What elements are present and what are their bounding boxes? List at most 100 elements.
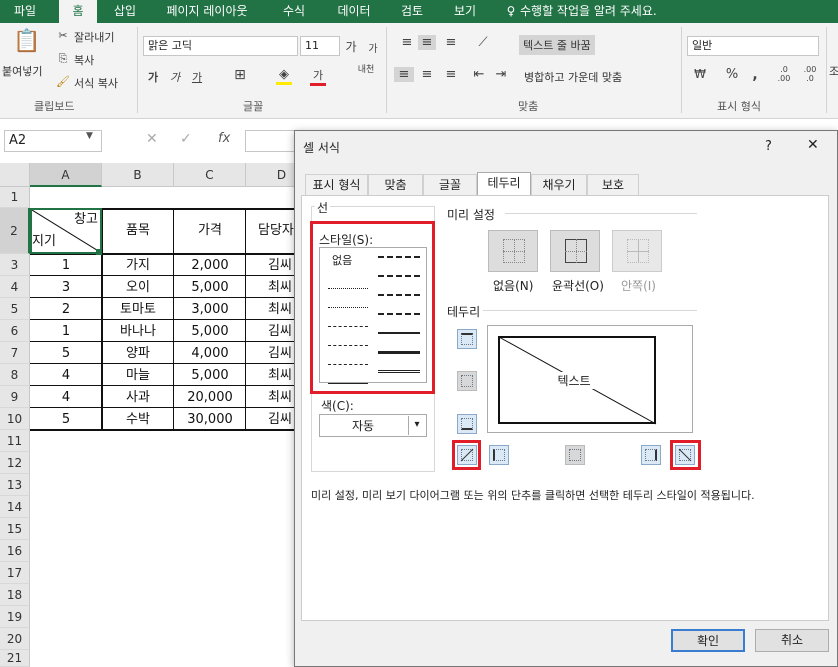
middle-align-icon[interactable]: ≡ xyxy=(418,35,436,50)
bottom-align-icon[interactable]: ≡ xyxy=(442,35,460,50)
tell-me-box[interactable]: 수행할 작업을 알려 주세요. xyxy=(520,0,700,23)
cancel-icon[interactable]: ✕ xyxy=(146,131,158,147)
shrink-font-button[interactable]: 가 xyxy=(366,40,380,55)
number-format-select[interactable]: 일반 xyxy=(687,36,819,56)
row-header-11[interactable]: 11 xyxy=(0,430,30,452)
table-cell[interactable]: 3,000 xyxy=(174,299,246,320)
row-header-17[interactable]: 17 xyxy=(0,562,30,584)
row-header-21[interactable]: 21 xyxy=(0,650,30,667)
column-header-b[interactable]: B xyxy=(102,163,174,187)
table-cell[interactable]: 수박 xyxy=(102,409,174,430)
format-painter-button[interactable]: 서식 복사 xyxy=(74,75,118,91)
table-cell[interactable]: 5,000 xyxy=(174,277,246,298)
tab-view[interactable]: 보기 xyxy=(442,0,488,23)
column-header-c[interactable]: C xyxy=(174,163,246,187)
table-cell[interactable]: 30,000 xyxy=(174,409,246,430)
copy-button[interactable]: 복사 xyxy=(74,52,94,68)
help-button[interactable]: ? xyxy=(765,139,772,154)
border-preview[interactable]: 텍스트 xyxy=(487,325,693,433)
tab-file[interactable]: 파일 xyxy=(0,0,50,23)
row-header-10[interactable]: 10 xyxy=(0,408,30,430)
merge-center-button[interactable]: 병합하고 가운데 맞춤 xyxy=(524,69,622,85)
border-left-button[interactable] xyxy=(489,445,509,465)
tab-data[interactable]: 데이터 xyxy=(324,0,384,23)
bold-button[interactable]: 가 xyxy=(146,69,160,85)
table-cell[interactable]: 1 xyxy=(30,321,102,342)
table-cell[interactable]: 5 xyxy=(30,343,102,364)
italic-button[interactable]: 가 xyxy=(168,69,182,85)
font-name-select[interactable]: 맑은 고딕 xyxy=(143,36,298,56)
row-header-5[interactable]: 5 xyxy=(0,298,30,320)
ok-button[interactable]: 확인 xyxy=(671,629,745,652)
column-header-a[interactable]: A xyxy=(30,163,102,187)
table-cell[interactable]: 4 xyxy=(30,387,102,408)
tab-review[interactable]: 검토 xyxy=(392,0,432,23)
row-header-13[interactable]: 13 xyxy=(0,474,30,496)
increase-decimal-icon[interactable]: .0.00 xyxy=(774,65,794,83)
name-box-dropdown-icon[interactable]: ▼ xyxy=(86,131,93,141)
select-all-corner[interactable] xyxy=(0,163,30,187)
borders-icon[interactable]: ⊞ xyxy=(232,67,248,83)
font-color-button[interactable]: 가 xyxy=(310,67,326,86)
table-cell[interactable]: 사과 xyxy=(102,387,174,408)
table-cell[interactable]: 오이 xyxy=(102,277,174,298)
comma-button[interactable]: , xyxy=(748,67,762,83)
cancel-button[interactable]: 취소 xyxy=(755,629,829,652)
row-header-16[interactable]: 16 xyxy=(0,540,30,562)
border-top-button[interactable] xyxy=(457,329,477,349)
row-header-9[interactable]: 9 xyxy=(0,386,30,408)
cut-button[interactable]: 잘라내기 xyxy=(74,29,114,45)
chevron-down-icon[interactable]: ▾ xyxy=(408,416,425,435)
left-align-icon[interactable]: ≡ xyxy=(394,67,414,82)
table-cell[interactable]: 20,000 xyxy=(174,387,246,408)
row-header-14[interactable]: 14 xyxy=(0,496,30,518)
table-cell[interactable]: 2,000 xyxy=(174,255,246,276)
tab-home[interactable]: 홈 xyxy=(59,0,97,23)
table-cell[interactable]: 바나나 xyxy=(102,321,174,342)
table-cell[interactable]: 4,000 xyxy=(174,343,246,364)
underline-button[interactable]: 가 xyxy=(190,69,204,85)
right-align-icon[interactable]: ≡ xyxy=(442,67,460,82)
row-header-8[interactable]: 8 xyxy=(0,364,30,386)
top-align-icon[interactable]: ≡ xyxy=(398,35,416,50)
color-select[interactable]: 자동 ▾ xyxy=(319,414,427,437)
center-align-icon[interactable]: ≡ xyxy=(418,67,436,82)
row-header-1[interactable]: 1 xyxy=(0,187,30,208)
percent-button[interactable]: % xyxy=(724,67,740,82)
accounting-icon[interactable]: ₩ xyxy=(690,67,710,81)
wrap-text-button[interactable]: 텍스트 줄 바꿈 xyxy=(519,35,595,55)
tab-insert[interactable]: 삽입 xyxy=(104,0,146,23)
conditional-format-button[interactable]: 조 xyxy=(829,63,838,79)
insert-function-button[interactable]: fx xyxy=(218,131,230,146)
preset-outline-button[interactable] xyxy=(550,230,600,272)
row-header-15[interactable]: 15 xyxy=(0,518,30,540)
table-cell[interactable]: 2 xyxy=(30,299,102,320)
paste-icon[interactable]: 📋 xyxy=(12,29,42,57)
row-header-2[interactable]: 2 xyxy=(0,208,30,254)
table-cell[interactable]: 5,000 xyxy=(174,321,246,342)
paste-button[interactable]: 붙여넣기 xyxy=(2,63,42,79)
tab-formulas[interactable]: 수식 xyxy=(272,0,316,23)
row-header-6[interactable]: 6 xyxy=(0,320,30,342)
tab-font[interactable]: 글꼴 xyxy=(423,174,477,195)
tab-alignment[interactable]: 맞춤 xyxy=(368,174,423,195)
row-header-4[interactable]: 4 xyxy=(0,276,30,298)
row-header-20[interactable]: 20 xyxy=(0,628,30,650)
table-cell[interactable]: 4 xyxy=(30,365,102,386)
row-header-7[interactable]: 7 xyxy=(0,342,30,364)
formula-input[interactable] xyxy=(245,130,295,152)
border-right-button[interactable] xyxy=(641,445,661,465)
phonetic-button[interactable]: 내천 xyxy=(355,65,377,75)
border-bottom-button[interactable] xyxy=(457,414,477,434)
row-header-19[interactable]: 19 xyxy=(0,606,30,628)
table-cell[interactable]: 가지 xyxy=(102,255,174,276)
increase-indent-icon[interactable]: ⇥ xyxy=(492,67,510,82)
table-cell[interactable]: 5 xyxy=(30,409,102,430)
font-size-select[interactable]: 11 xyxy=(300,36,340,56)
enter-icon[interactable]: ✓ xyxy=(180,131,192,147)
row-header-18[interactable]: 18 xyxy=(0,584,30,606)
table-cell[interactable]: 마늘 xyxy=(102,365,174,386)
orientation-icon[interactable]: ⟋ xyxy=(472,35,494,50)
close-button[interactable]: ✕ xyxy=(807,137,819,153)
decrease-indent-icon[interactable]: ⇤ xyxy=(470,67,488,82)
